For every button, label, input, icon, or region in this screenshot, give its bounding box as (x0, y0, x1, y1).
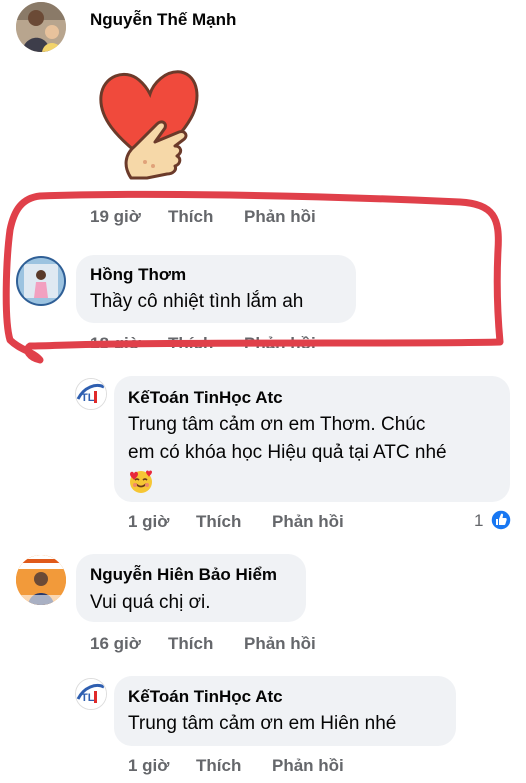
comment-time[interactable]: 1 giờ (128, 512, 169, 532)
reply-button[interactable]: Phản hồi (272, 512, 344, 532)
avatar-nguyen-hien-bao-hiem[interactable] (16, 555, 66, 605)
comment-text: Vui quá chị ơi. (90, 592, 211, 613)
reply-button[interactable]: Phản hồi (244, 634, 316, 654)
comment-author[interactable]: KếToán TinHọc Atc (128, 388, 283, 408)
highlight-outline (2, 190, 504, 364)
comment-text-line-1: Trung tâm cảm ơn em Thơm. Chúc (128, 414, 426, 435)
comment-text: Trung tâm cảm ơn em Hiên nhé (128, 713, 397, 734)
comment-author[interactable]: KếToán TinHọc Atc (128, 687, 283, 707)
atc-logo-icon: TL (76, 679, 106, 709)
like-button[interactable]: Thích (196, 512, 241, 532)
comment-author[interactable]: Nguyễn Hiên Bảo Hiểm (90, 565, 277, 585)
like-icon (490, 509, 512, 531)
reaction-count: 1 (474, 511, 484, 530)
reaction-summary[interactable]: 1 (474, 508, 514, 532)
smiling-face-with-hearts-icon (128, 468, 154, 494)
atc-logo-icon: TL (76, 379, 106, 409)
svg-text:TL: TL (81, 392, 95, 404)
comment-text-line-2: em có khóa học Hiệu quả tại ATC nhé (128, 442, 447, 463)
like-button[interactable]: Thích (168, 634, 213, 654)
svg-text:TL: TL (81, 692, 95, 704)
avatar-ketoan-tinhoc-atc[interactable]: TL (75, 378, 107, 410)
reply-button[interactable]: Phản hồi (272, 756, 344, 776)
like-button[interactable]: Thích (196, 756, 241, 776)
comment-time[interactable]: 1 giờ (128, 756, 169, 776)
person-photo-icon (16, 555, 66, 605)
avatar-ketoan-tinhoc-atc[interactable]: TL (75, 678, 107, 710)
comment-time[interactable]: 16 giờ (90, 634, 141, 654)
